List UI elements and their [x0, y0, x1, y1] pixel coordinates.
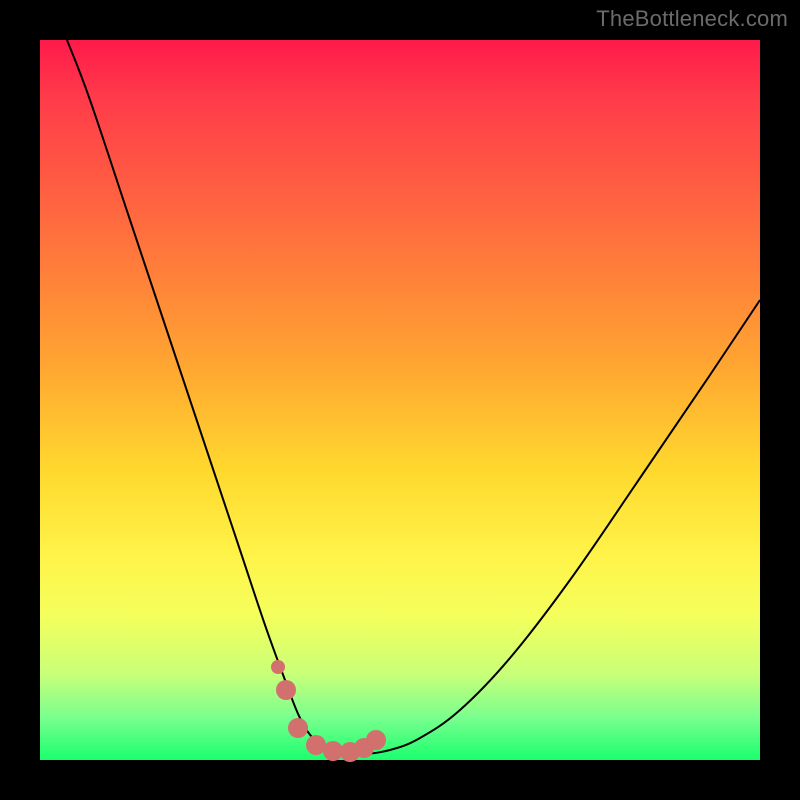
highlight-dot [323, 741, 343, 761]
highlight-dots-group [271, 660, 386, 762]
outer-frame: TheBottleneck.com [0, 0, 800, 800]
curve-group [67, 40, 760, 754]
watermark-text: TheBottleneck.com [596, 6, 788, 32]
highlight-dot [366, 730, 386, 750]
bottleneck-curve [67, 40, 760, 754]
plot-area [40, 40, 760, 760]
highlight-dot [276, 680, 296, 700]
highlight-dot [288, 718, 308, 738]
chart-svg [40, 40, 760, 760]
highlight-dot [271, 660, 285, 674]
highlight-dot [306, 735, 326, 755]
